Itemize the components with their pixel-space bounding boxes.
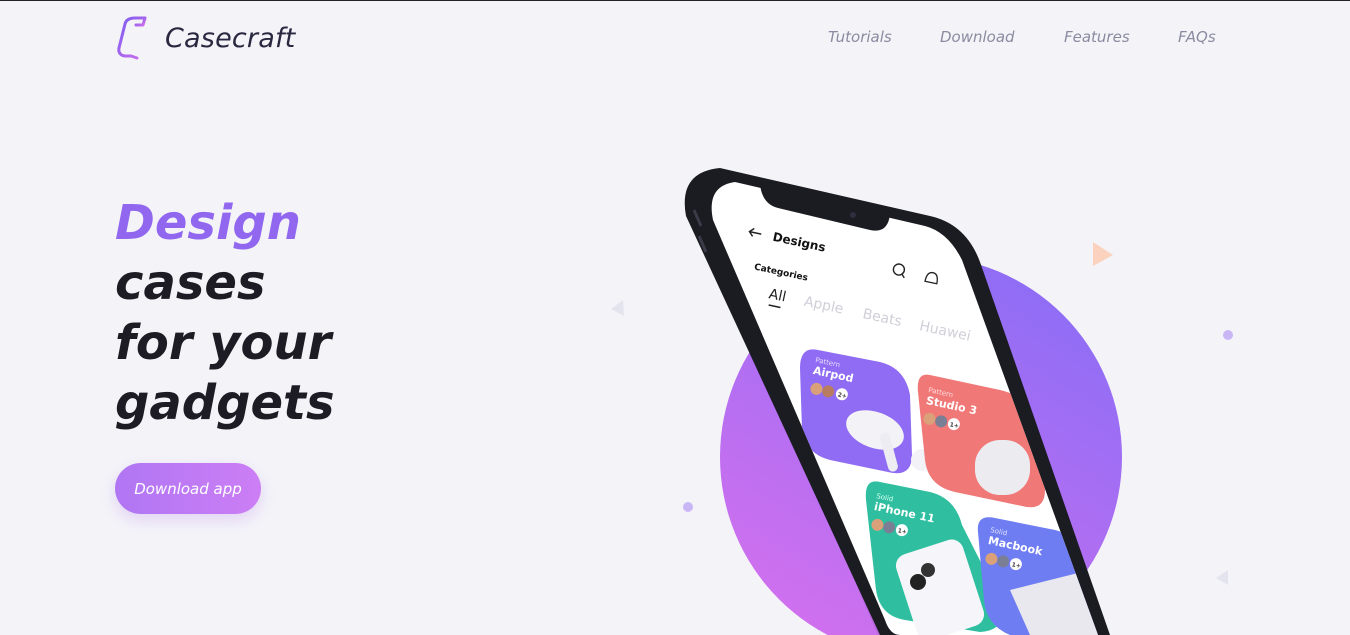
triangle-decoration	[1093, 242, 1113, 266]
triangle-decoration	[1216, 570, 1228, 585]
dot-decoration	[1223, 330, 1233, 340]
triangle-decoration	[611, 300, 624, 316]
dot-decoration	[683, 502, 693, 512]
hero-illustration: Designs Categories All Apple Beats Huawe…	[611, 168, 1233, 635]
